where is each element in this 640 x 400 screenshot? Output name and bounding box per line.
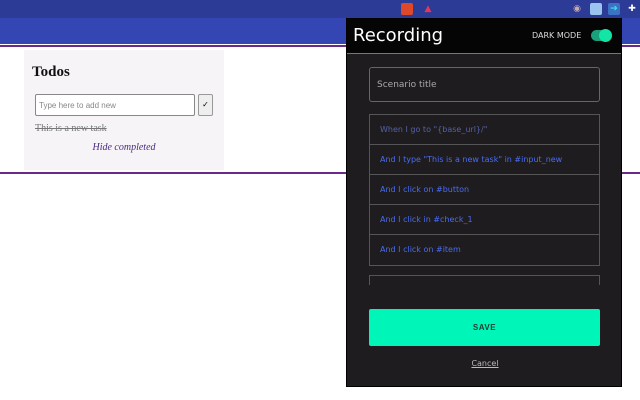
recorder-extension-icon[interactable]: ➔: [608, 3, 620, 15]
hide-completed-link[interactable]: Hide completed: [24, 142, 224, 153]
extension-icon[interactable]: ◉: [571, 3, 583, 15]
popup-title: Recording: [353, 25, 444, 46]
steps-list: When I go to "{base_url}/" And I type "T…: [369, 114, 600, 266]
todo-item[interactable]: This is a new task: [35, 123, 107, 134]
step-item[interactable]: And I click in #check_1: [370, 205, 599, 235]
todo-card: Todos ✓ This is a new task Hide complete…: [24, 50, 224, 170]
dark-mode-toggle[interactable]: [591, 29, 612, 42]
popup-header: Recording DARK MODE: [347, 19, 621, 54]
save-button[interactable]: SAVE: [369, 309, 600, 346]
extension-icon[interactable]: [590, 3, 602, 15]
puzzle-icon[interactable]: ✚: [626, 3, 638, 15]
dark-mode-label: DARK MODE: [532, 31, 582, 40]
steps-list-next: [369, 275, 600, 285]
add-todo-button[interactable]: ✓: [198, 94, 213, 116]
step-item[interactable]: When I go to "{base_url}/": [370, 115, 599, 145]
step-item[interactable]: And I click on #button: [370, 175, 599, 205]
todo-title: Todos: [32, 64, 70, 80]
recording-popup: Recording DARK MODE When I go to "{base_…: [346, 18, 622, 387]
new-todo-input[interactable]: [35, 94, 195, 116]
brave-shield-icon[interactable]: [401, 3, 413, 15]
cancel-link[interactable]: Cancel: [347, 359, 623, 368]
browser-toolbar: ▲ ◉ ➔ ✚: [0, 0, 640, 18]
brave-rewards-icon[interactable]: ▲: [422, 3, 434, 15]
scenario-title-input[interactable]: [369, 67, 600, 102]
step-item[interactable]: And I click on #item: [370, 235, 599, 265]
step-item[interactable]: And I type "This is a new task" in #inpu…: [370, 145, 599, 175]
